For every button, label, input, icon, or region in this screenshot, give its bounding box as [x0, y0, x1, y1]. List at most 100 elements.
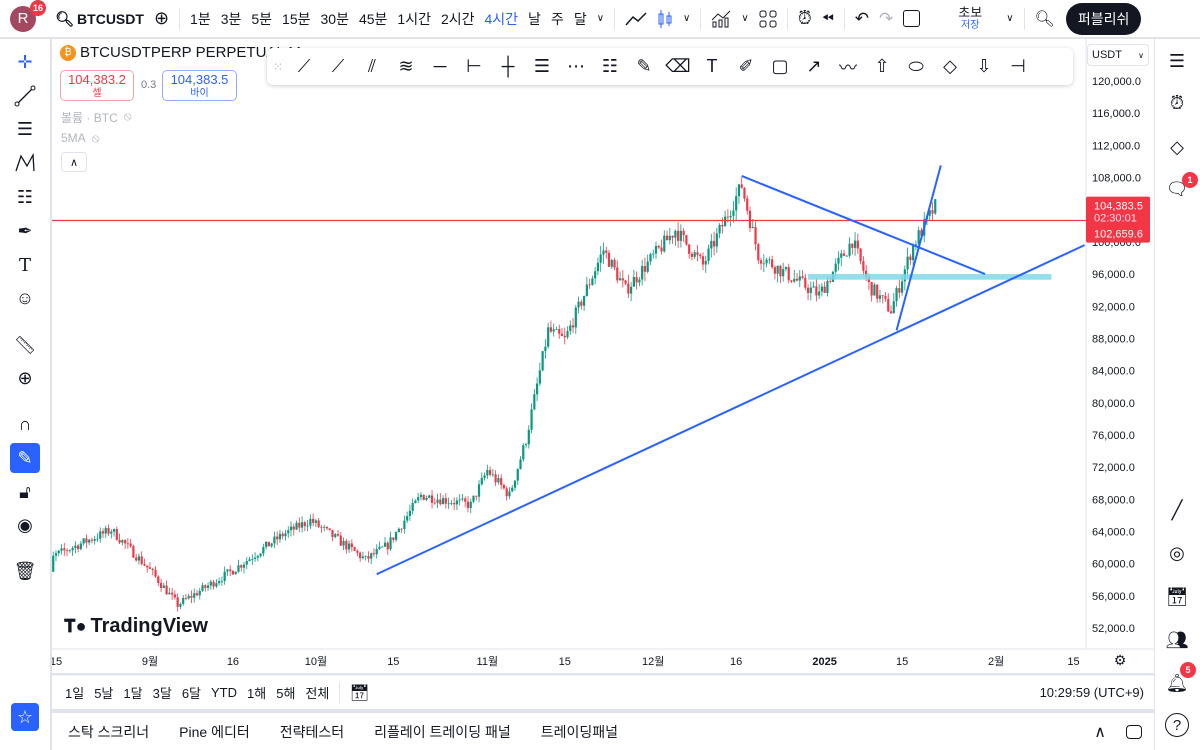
calendar-button[interactable]: 📅︎: [1162, 582, 1192, 612]
fib-ext-tool[interactable]: ⋯: [559, 52, 593, 82]
fib-tool[interactable]: ☰: [10, 114, 40, 144]
text-tool[interactable]: T: [10, 250, 40, 280]
compare-symbol-button[interactable]: ⊕: [149, 0, 174, 37]
long-position-tool[interactable]: ⊣: [1001, 52, 1035, 82]
goto-date-icon[interactable]: 📅︎: [349, 683, 369, 703]
chart-pane[interactable]: 120,000.0 116,000.0 112,000.0 108,000.0 104,…: [50, 39, 1154, 673]
volume-indicator-legend[interactable]: 볼륨 · BTC ⦸: [61, 109, 132, 126]
layout-dropdown[interactable]: ∨: [1001, 0, 1018, 37]
buy-button[interactable]: 104,383.5 바이: [162, 70, 237, 101]
publish-button[interactable]: 퍼블리쉬: [1065, 2, 1142, 35]
interval-5[interactable]: 45분: [354, 0, 392, 37]
trendline[interactable]: [376, 244, 1085, 576]
range-3[interactable]: 3달: [148, 678, 177, 708]
alert-button[interactable]: ⏰︎: [793, 0, 817, 37]
layout-name-button[interactable]: 초보 저장: [953, 0, 987, 37]
rectangle-tool[interactable]: ▢: [763, 52, 797, 82]
range-7[interactable]: 5해: [271, 678, 300, 708]
range-5[interactable]: YTD: [206, 678, 242, 708]
cross-line-tool[interactable]: ┼: [491, 52, 525, 82]
interval-6[interactable]: 1시간: [392, 0, 436, 37]
range-4[interactable]: 6달: [177, 678, 206, 708]
fullscreen-button[interactable]: [898, 0, 925, 37]
maximize-panel-icon[interactable]: [1126, 724, 1142, 739]
currency-selector[interactable]: USDT ∨: [1087, 44, 1149, 66]
range-6[interactable]: 1해: [242, 678, 271, 708]
pitchfork-tool[interactable]: ≋: [389, 52, 423, 82]
arrow-down-tool[interactable]: ⇩: [967, 52, 1001, 82]
eraser-tool[interactable]: ⌫: [661, 52, 695, 82]
ideas-button[interactable]: ╱: [1162, 495, 1192, 525]
range-1[interactable]: 5날: [89, 678, 118, 708]
watchlist-button[interactable]: ☰: [1162, 46, 1192, 76]
ellipse-tool[interactable]: ⬭: [899, 52, 933, 82]
trendline-tool[interactable]: ⟋: [287, 52, 321, 82]
range-2[interactable]: 1달: [118, 678, 147, 708]
community-button[interactable]: 👥︎: [1162, 625, 1192, 655]
redo-button[interactable]: ↷: [874, 0, 898, 37]
chat-button[interactable]: 🗨︎ 1: [1162, 172, 1198, 204]
interval-4[interactable]: 30분: [316, 0, 354, 37]
rotated-rect-tool[interactable]: ◇: [933, 52, 967, 82]
collapse-legend-button[interactable]: ∧: [61, 152, 87, 172]
alerts-clock-button[interactable]: ⏰︎: [1162, 88, 1192, 118]
interval-2[interactable]: 5분: [246, 0, 277, 37]
quick-search-button[interactable]: 🔍︎: [1030, 0, 1060, 37]
hide-drawings[interactable]: ◉: [10, 510, 40, 540]
streams-button[interactable]: ◎: [1162, 538, 1192, 568]
text-tool[interactable]: T: [695, 52, 729, 82]
horizontal-ray-tool[interactable]: ⊢: [457, 52, 491, 82]
magnet-tool[interactable]: ∩: [10, 409, 40, 439]
panel-tab-2[interactable]: 전략테스터: [280, 722, 344, 742]
candle-chart-button[interactable]: [652, 0, 678, 37]
stay-in-drawing-mode[interactable]: ✎: [10, 443, 40, 473]
trendline[interactable]: [895, 165, 942, 331]
indicators-button[interactable]: [706, 0, 736, 37]
zoom-tool[interactable]: ⊕: [10, 363, 40, 393]
interval-dropdown[interactable]: ∨: [592, 0, 609, 37]
sell-button[interactable]: 104,383.2 셀: [60, 70, 134, 101]
measure-tool[interactable]: 📏︎: [10, 330, 40, 360]
panel-tab-4[interactable]: 트레이딩패널: [541, 722, 618, 742]
favorites-button[interactable]: ☆: [11, 703, 39, 731]
brush-tool[interactable]: ✒︎: [10, 216, 40, 246]
time-axis-settings-icon[interactable]: ⚙: [1114, 652, 1127, 668]
trendline-tool[interactable]: [10, 81, 40, 111]
timezone-clock[interactable]: 10:29:59 (UTC+9): [1040, 685, 1144, 700]
interval-9[interactable]: 날: [523, 0, 546, 37]
remove-drawings[interactable]: 🗑︎: [10, 556, 40, 586]
notifications-button[interactable]: 🔔︎ 5: [1162, 662, 1196, 698]
interval-0[interactable]: 1분: [185, 0, 216, 37]
layout-grid-button[interactable]: [754, 0, 782, 37]
lock-drawings[interactable]: 🔓︎: [10, 477, 40, 507]
interval-7[interactable]: 2시간: [436, 0, 480, 37]
arrow-up-tool[interactable]: ⇧: [865, 52, 899, 82]
ray-tool[interactable]: ⟋: [321, 52, 355, 82]
line-chart-button[interactable]: [620, 0, 652, 37]
undo-button[interactable]: ↶: [850, 0, 874, 37]
prediction-tool[interactable]: ☷: [10, 182, 40, 212]
price-chart[interactable]: 120,000.0 116,000.0 112,000.0 108,000.0 104,…: [50, 39, 1154, 673]
interval-3[interactable]: 15분: [277, 0, 315, 37]
parallel-channel-tool[interactable]: ⫽: [355, 52, 389, 82]
range-8[interactable]: 전체: [300, 678, 334, 708]
range-0[interactable]: 1일: [60, 678, 89, 708]
gann-tool[interactable]: ☷: [593, 52, 627, 82]
object-tree-button[interactable]: ◇: [1162, 132, 1192, 162]
brush-tool[interactable]: ✎: [627, 52, 661, 82]
avatar[interactable]: R 16: [10, 0, 46, 32]
crosshair-tool[interactable]: ✛: [10, 47, 40, 77]
interval-8[interactable]: 4시간: [480, 0, 524, 37]
highlighter-tool[interactable]: ✐: [729, 52, 763, 82]
symbol-search-button[interactable]: 🔍︎ BTCUSDT: [50, 0, 149, 37]
horizontal-line-tool[interactable]: ─: [423, 52, 457, 82]
replay-button[interactable]: ⏪︎: [817, 0, 839, 37]
chevron-up-icon[interactable]: ∧: [1094, 722, 1106, 742]
panel-tab-0[interactable]: 스탁 스크리너: [68, 722, 149, 742]
chart-type-dropdown[interactable]: ∨: [678, 0, 695, 37]
path-tool[interactable]: 〰: [831, 52, 865, 82]
fib-retracement-tool[interactable]: ☰: [525, 52, 559, 82]
panel-tab-1[interactable]: Pine 에디터: [179, 722, 250, 742]
arrow-line-tool[interactable]: ↗: [797, 52, 831, 82]
interval-11[interactable]: 달: [569, 0, 592, 37]
